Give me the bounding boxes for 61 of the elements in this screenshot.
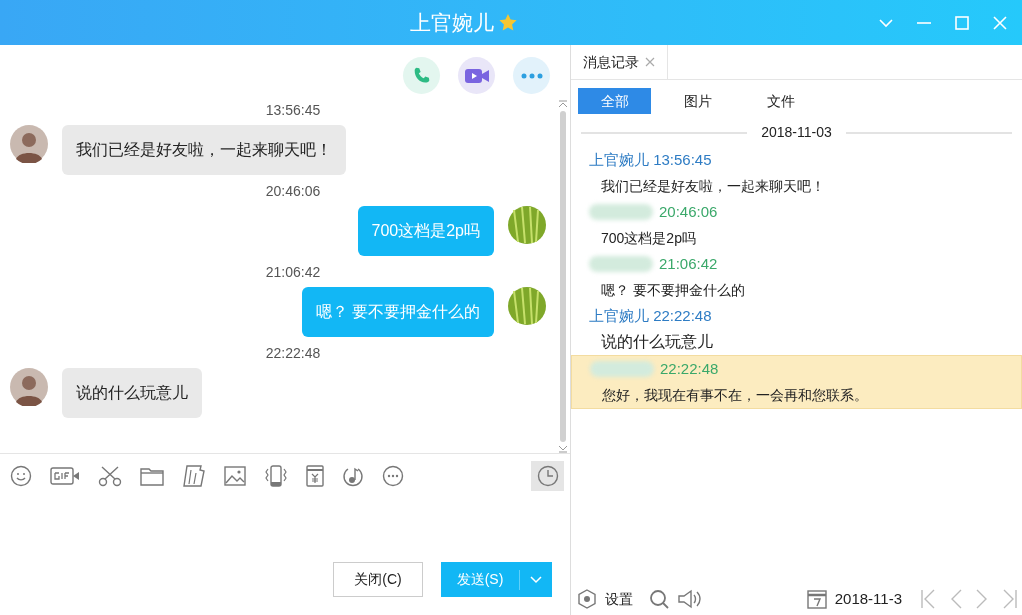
avatar[interactable] [10, 125, 48, 163]
more-icon[interactable] [382, 464, 404, 487]
previous-page-icon[interactable] [950, 589, 962, 609]
search-icon[interactable] [649, 589, 669, 609]
avatar[interactable] [10, 368, 48, 406]
image-icon[interactable] [224, 465, 246, 486]
filter-tab[interactable]: 全部 [578, 88, 651, 114]
blurred-name [589, 204, 653, 220]
document-icon[interactable] [182, 464, 206, 487]
next-page-icon[interactable] [976, 589, 988, 609]
avatar[interactable] [508, 206, 546, 244]
folder-icon[interactable] [140, 465, 164, 486]
current-date: 2018-11-3 [834, 588, 902, 609]
message-time: 13:56:45 [264, 101, 322, 120]
message-time: 20:46:06 [659, 201, 718, 222]
message-text: 嗯？ 要不要押金什么的 [601, 280, 745, 300]
scissors-icon[interactable] [98, 464, 122, 487]
scroll-down-icon[interactable] [558, 445, 568, 453]
message-bubble: 嗯？ 要不要押金什么的 [301, 287, 494, 337]
sender-name: 上官婉儿 22:22:48 [589, 305, 712, 326]
scroll-up-icon[interactable] [558, 100, 568, 108]
dots-icon[interactable] [520, 72, 543, 79]
message-text: 您好，我现在有事不在，一会再和您联系。 [602, 385, 868, 405]
message-bubble: 700这档是2p吗 [357, 206, 494, 256]
message-time: 21:06:42 [659, 253, 718, 274]
emoji-icon[interactable] [10, 464, 32, 487]
phone-call-button[interactable] [403, 57, 440, 94]
message-text: 说的什么玩意儿 [601, 332, 713, 352]
last-page-icon[interactable] [1002, 589, 1018, 609]
message-bubble: 我们已经是好友啦，一起来聊天吧！ [62, 125, 346, 175]
message-text: 700这档是2p吗 [601, 228, 696, 248]
message-time: 20:46:06 [264, 182, 322, 201]
message-time: 22:22:48 [264, 344, 322, 363]
caret-icon[interactable] [530, 575, 542, 584]
history-button[interactable] [531, 460, 564, 491]
history-tab[interactable]: 消息记录 [571, 45, 668, 79]
message-text: 我们已经是好友啦，一起来聊天吧！ [601, 176, 825, 196]
blurred-name [589, 256, 653, 272]
star-icon [498, 12, 518, 33]
maximize-icon[interactable] [954, 14, 970, 31]
message-time: 22:22:48 [660, 358, 719, 379]
message-time: 21:06:42 [264, 263, 322, 282]
window-title: 上官婉儿 [410, 9, 494, 36]
settings-icon[interactable] [577, 589, 597, 609]
yuan-envelope-icon[interactable] [306, 464, 324, 487]
phone-vibrate-icon[interactable] [264, 464, 288, 487]
gif-icon[interactable] [50, 465, 80, 486]
avatar[interactable] [508, 287, 546, 325]
date-divider: 2018-11-03 [761, 123, 832, 142]
sender-name: 上官婉儿 13:56:45 [589, 149, 712, 170]
video-call-button[interactable] [458, 57, 495, 94]
first-page-icon[interactable] [920, 589, 936, 609]
more-button[interactable] [513, 57, 550, 94]
settings-link[interactable]: 设置 [605, 588, 633, 610]
speaker-icon[interactable] [677, 589, 703, 609]
close-button[interactable]: 关闭(C) [333, 562, 423, 597]
blurred-name [590, 361, 654, 377]
calendar-icon[interactable] [806, 589, 827, 609]
message-bubble: 说的什么玩意儿 [62, 368, 202, 418]
close-icon[interactable] [645, 57, 655, 67]
scrollbar[interactable] [556, 100, 570, 453]
